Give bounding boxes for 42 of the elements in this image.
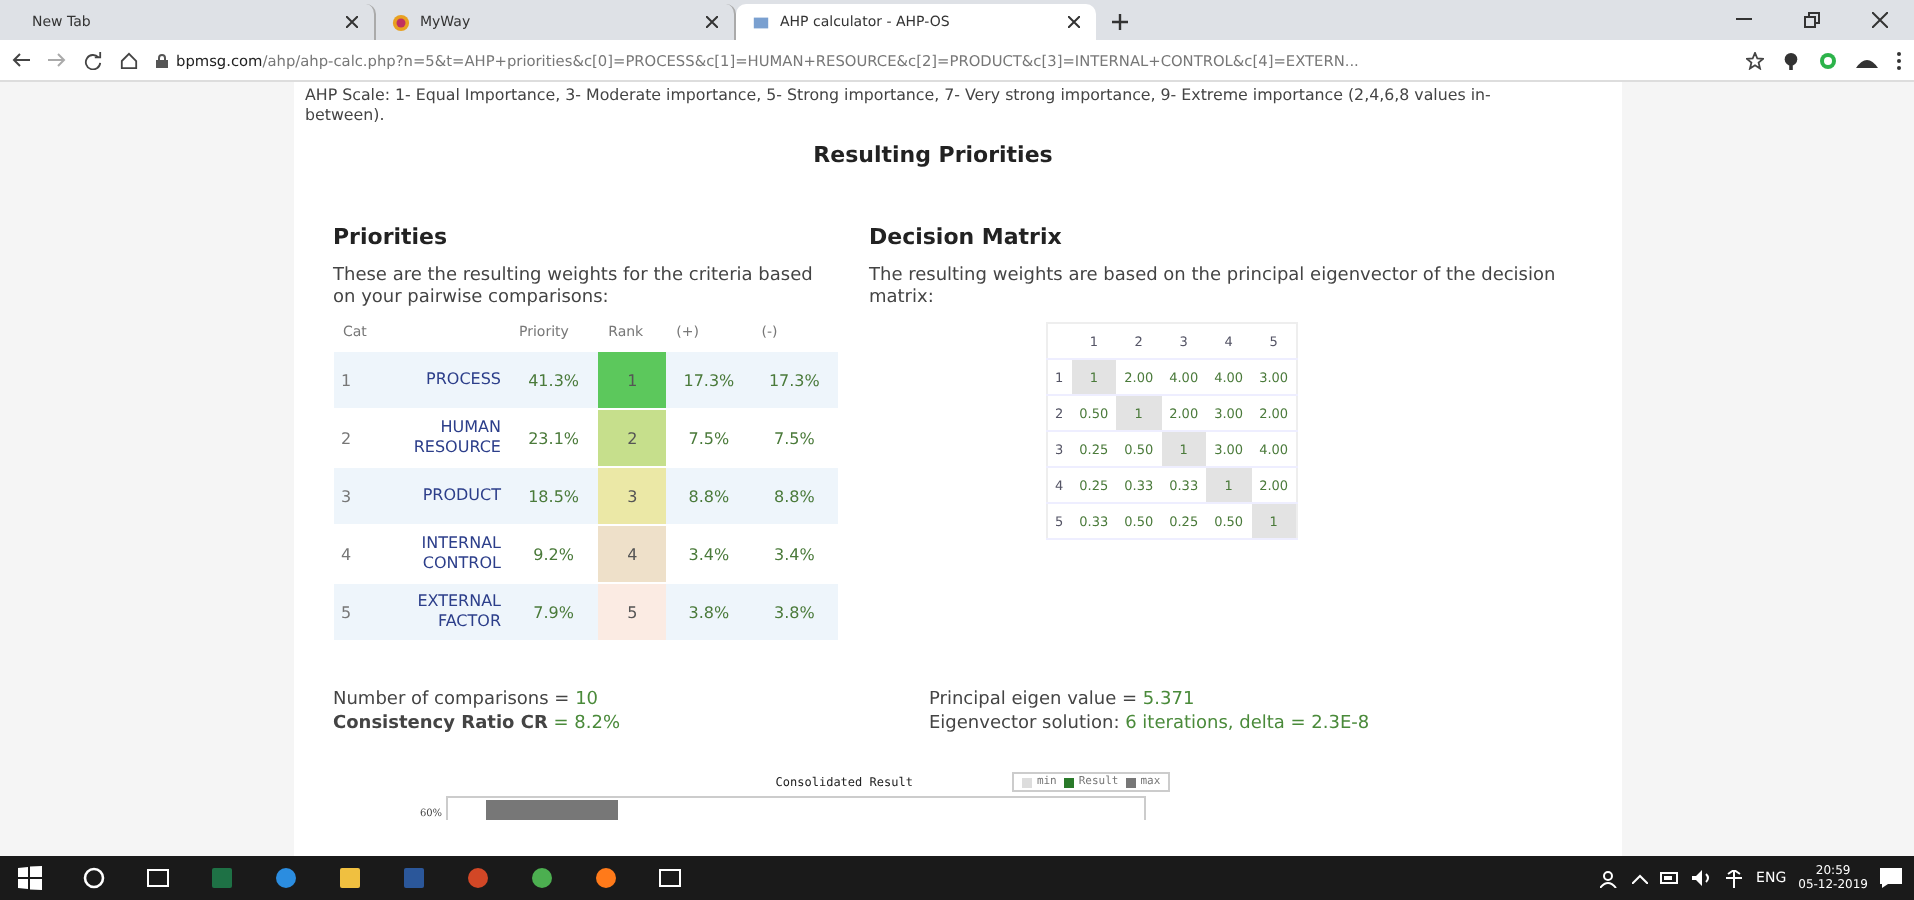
speaker-icon[interactable]: [1692, 870, 1713, 886]
caret-icon[interactable]: [1632, 873, 1649, 883]
rank-cell: 2: [598, 409, 667, 467]
stat-text: Eigenvector solution: 6 iterations, delta = 2.3E-8: [929, 712, 1372, 736]
rank-cell: 5: [598, 583, 667, 640]
menu-icon[interactable]: [1896, 51, 1902, 69]
description-text: These are the resulting weights for the criteria based on your pairwise comparisons:: [333, 266, 815, 310]
table-cell: 5: [333, 583, 389, 640]
stat-text: Number of comparisons = 10: [333, 688, 601, 712]
back-arrow-icon[interactable]: [12, 52, 30, 68]
table-cell: 3.8%: [751, 583, 837, 640]
page-logo-icon: [752, 13, 770, 31]
close-icon[interactable]: [1068, 16, 1080, 28]
close-icon[interactable]: [706, 16, 718, 28]
people-icon[interactable]: [1600, 869, 1621, 887]
close-icon[interactable]: [1872, 12, 1888, 28]
table-cell: EXTERNAL FACTOR: [389, 583, 509, 640]
stat-text: Principal eigen value = 5.371: [929, 688, 1197, 712]
section-heading: Priorities: [333, 224, 450, 250]
rank-cell: 4: [598, 525, 667, 583]
search-circle-icon[interactable]: [82, 866, 106, 890]
home-icon[interactable]: [120, 51, 138, 69]
table-cell: 3.8%: [666, 583, 752, 640]
minimize-icon[interactable]: [1736, 18, 1752, 22]
new-tab-icon[interactable]: [1112, 14, 1128, 30]
battery-icon[interactable]: [1660, 872, 1681, 884]
section-heading: Decision Matrix: [869, 224, 1064, 250]
reload-icon[interactable]: [84, 51, 102, 69]
task-view-icon[interactable]: [146, 866, 170, 890]
close-icon[interactable]: [346, 16, 358, 28]
restore-icon[interactable]: [1804, 12, 1820, 28]
network-icon[interactable]: [1724, 869, 1745, 887]
notification-icon[interactable]: [1880, 868, 1902, 888]
circle-logo-icon: [392, 13, 410, 31]
star-icon[interactable]: [1746, 51, 1764, 69]
rank-cell: 3: [598, 467, 667, 525]
lock-icon: [156, 53, 168, 67]
stat-text: Consistency Ratio CR = 8.2%: [333, 712, 623, 736]
rank-cell: 1: [598, 351, 667, 409]
section-title: Resulting Priorities: [811, 142, 1055, 168]
description-text: The resulting weights are based on the principal eigenvector of the decision matrix:: [869, 266, 1558, 310]
windows-logo-icon[interactable]: [18, 866, 42, 890]
